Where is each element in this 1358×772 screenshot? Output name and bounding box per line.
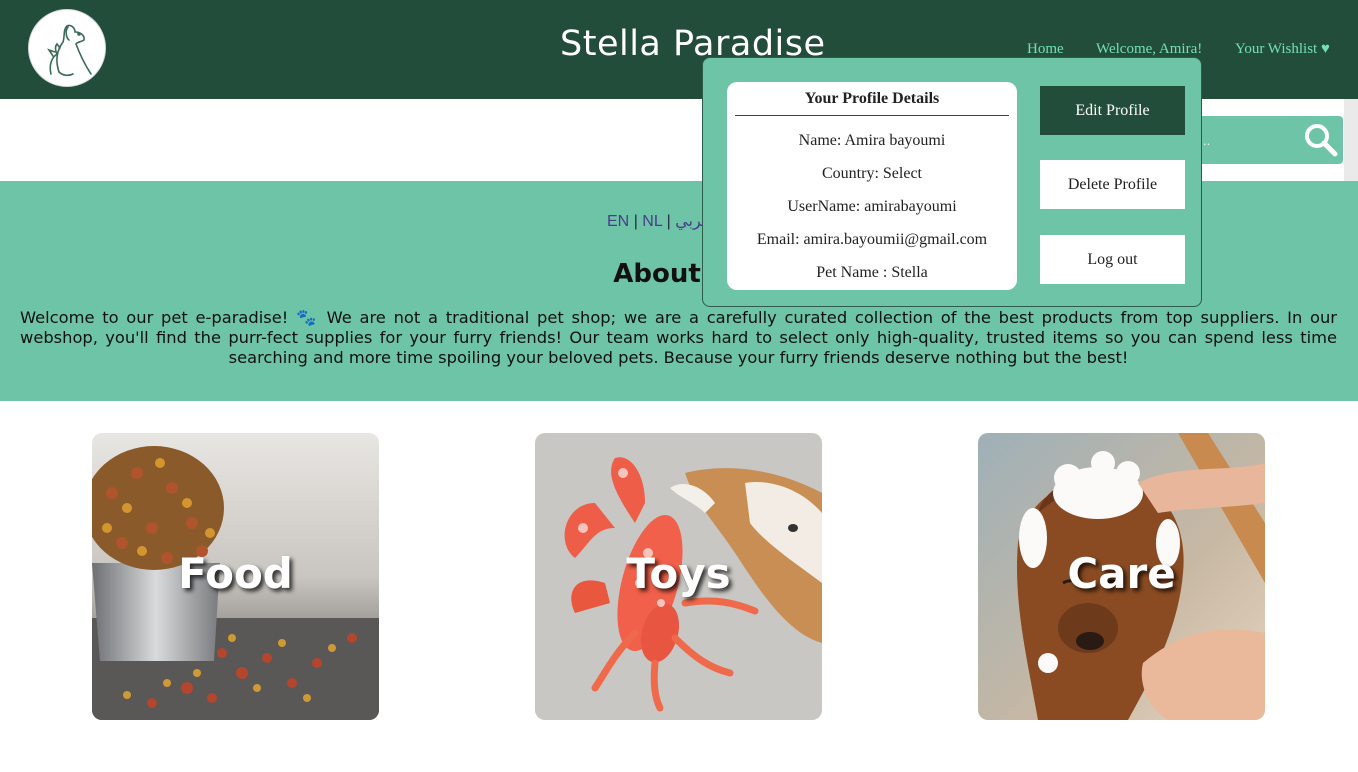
delete-profile-button[interactable]: Delete Profile — [1040, 160, 1185, 209]
nav-home-link[interactable]: Home — [1027, 41, 1064, 58]
logo-icon[interactable] — [28, 9, 106, 87]
lang-nl-link[interactable]: NL — [642, 213, 662, 230]
search-input[interactable] — [1195, 116, 1295, 164]
nav-wishlist-link[interactable]: Your Wishlist ♥ — [1235, 41, 1330, 58]
profile-name: Name: Amira bayoumi — [798, 132, 946, 149]
lang-separator: | — [633, 213, 638, 230]
search-icon[interactable] — [1303, 122, 1339, 158]
language-switcher: EN | NL | عربي — [607, 211, 711, 231]
profile-popup: Your Profile Details Name: Amira bayoumi… — [702, 57, 1202, 307]
profile-pet-name: Pet Name : Stella — [816, 264, 928, 281]
logout-button[interactable]: Log out — [1040, 235, 1185, 284]
category-card-care[interactable]: Care — [978, 433, 1265, 720]
category-label: Toys — [626, 549, 731, 598]
edit-profile-button[interactable]: Edit Profile — [1040, 86, 1185, 135]
profile-details-title: Your Profile Details — [735, 90, 1009, 116]
category-card-toys[interactable]: Toys — [535, 433, 822, 720]
profile-details-card: Your Profile Details Name: Amira bayoumi… — [727, 82, 1017, 290]
lang-en-link[interactable]: EN — [607, 213, 629, 230]
category-label: Care — [1067, 549, 1176, 598]
search-bar — [1195, 116, 1343, 164]
category-label: Food — [178, 549, 293, 598]
lang-separator: | — [666, 213, 671, 230]
nav-welcome-link[interactable]: Welcome, Amira! — [1096, 41, 1202, 58]
category-card-food[interactable]: Food — [92, 433, 379, 720]
profile-country: Country: Select — [822, 165, 922, 182]
about-text: Welcome to our pet e-paradise! 🐾 We are … — [20, 308, 1337, 367]
profile-email: Email: amira.bayoumii@gmail.com — [756, 231, 988, 248]
profile-username: UserName: amirabayoumi — [787, 198, 957, 215]
